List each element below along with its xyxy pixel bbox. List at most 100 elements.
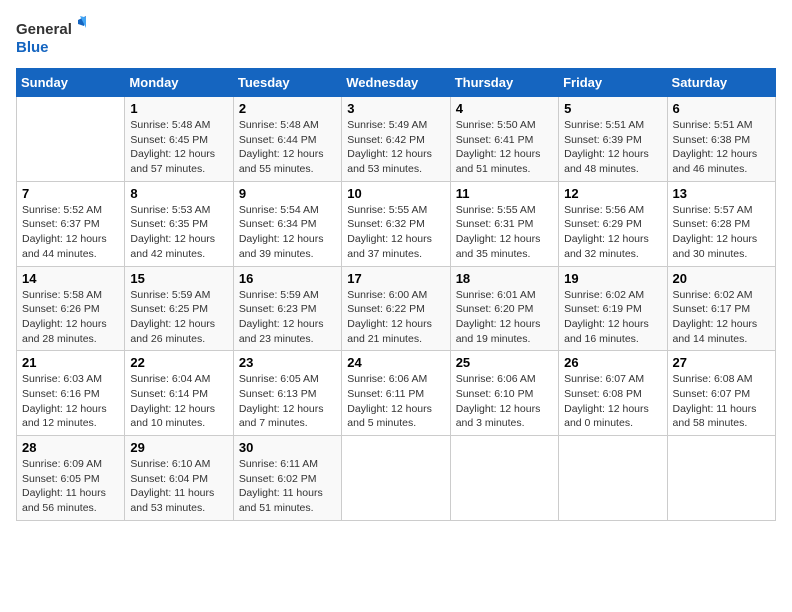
day-number: 13 xyxy=(673,186,770,201)
day-number: 7 xyxy=(22,186,119,201)
week-row-3: 14 Sunrise: 5:58 AM Sunset: 6:26 PM Dayli… xyxy=(17,266,776,351)
calendar-cell: 23 Sunrise: 6:05 AM Sunset: 6:13 PM Dayli… xyxy=(233,351,341,436)
day-number: 14 xyxy=(22,271,119,286)
calendar-table: SundayMondayTuesdayWednesdayThursdayFrid… xyxy=(16,68,776,521)
day-number: 6 xyxy=(673,101,770,116)
column-header-saturday: Saturday xyxy=(667,69,775,97)
calendar-cell: 22 Sunrise: 6:04 AM Sunset: 6:14 PM Dayli… xyxy=(125,351,233,436)
day-info: Sunrise: 5:49 AM Sunset: 6:42 PM Dayligh… xyxy=(347,118,444,177)
calendar-cell: 10 Sunrise: 5:55 AM Sunset: 6:32 PM Dayli… xyxy=(342,181,450,266)
day-info: Sunrise: 5:58 AM Sunset: 6:26 PM Dayligh… xyxy=(22,288,119,347)
day-info: Sunrise: 5:56 AM Sunset: 6:29 PM Dayligh… xyxy=(564,203,661,262)
day-number: 24 xyxy=(347,355,444,370)
day-number: 1 xyxy=(130,101,227,116)
week-row-4: 21 Sunrise: 6:03 AM Sunset: 6:16 PM Dayli… xyxy=(17,351,776,436)
calendar-cell: 29 Sunrise: 6:10 AM Sunset: 6:04 PM Dayli… xyxy=(125,436,233,521)
day-number: 9 xyxy=(239,186,336,201)
day-info: Sunrise: 5:48 AM Sunset: 6:44 PM Dayligh… xyxy=(239,118,336,177)
day-info: Sunrise: 6:11 AM Sunset: 6:02 PM Dayligh… xyxy=(239,457,336,516)
column-header-monday: Monday xyxy=(125,69,233,97)
column-header-friday: Friday xyxy=(559,69,667,97)
day-number: 5 xyxy=(564,101,661,116)
calendar-cell: 1 Sunrise: 5:48 AM Sunset: 6:45 PM Daylig… xyxy=(125,97,233,182)
day-number: 12 xyxy=(564,186,661,201)
day-info: Sunrise: 5:50 AM Sunset: 6:41 PM Dayligh… xyxy=(456,118,553,177)
day-number: 10 xyxy=(347,186,444,201)
calendar-cell: 21 Sunrise: 6:03 AM Sunset: 6:16 PM Dayli… xyxy=(17,351,125,436)
week-row-2: 7 Sunrise: 5:52 AM Sunset: 6:37 PM Daylig… xyxy=(17,181,776,266)
column-header-wednesday: Wednesday xyxy=(342,69,450,97)
logo-svg: General Blue xyxy=(16,16,86,60)
calendar-cell: 9 Sunrise: 5:54 AM Sunset: 6:34 PM Daylig… xyxy=(233,181,341,266)
day-info: Sunrise: 5:52 AM Sunset: 6:37 PM Dayligh… xyxy=(22,203,119,262)
day-number: 22 xyxy=(130,355,227,370)
page-header: General Blue xyxy=(16,16,776,60)
day-info: Sunrise: 5:53 AM Sunset: 6:35 PM Dayligh… xyxy=(130,203,227,262)
day-number: 21 xyxy=(22,355,119,370)
calendar-cell: 4 Sunrise: 5:50 AM Sunset: 6:41 PM Daylig… xyxy=(450,97,558,182)
day-number: 19 xyxy=(564,271,661,286)
day-number: 26 xyxy=(564,355,661,370)
day-info: Sunrise: 5:59 AM Sunset: 6:23 PM Dayligh… xyxy=(239,288,336,347)
day-info: Sunrise: 6:06 AM Sunset: 6:11 PM Dayligh… xyxy=(347,372,444,431)
calendar-cell: 13Sunrise: 5:57 AM Sunset: 6:28 PM Dayli… xyxy=(667,181,775,266)
calendar-cell: 2 Sunrise: 5:48 AM Sunset: 6:44 PM Daylig… xyxy=(233,97,341,182)
day-info: Sunrise: 5:48 AM Sunset: 6:45 PM Dayligh… xyxy=(130,118,227,177)
day-number: 29 xyxy=(130,440,227,455)
day-info: Sunrise: 6:03 AM Sunset: 6:16 PM Dayligh… xyxy=(22,372,119,431)
calendar-cell: 20Sunrise: 6:02 AM Sunset: 6:17 PM Dayli… xyxy=(667,266,775,351)
day-info: Sunrise: 6:09 AM Sunset: 6:05 PM Dayligh… xyxy=(22,457,119,516)
day-number: 27 xyxy=(673,355,770,370)
week-row-5: 28 Sunrise: 6:09 AM Sunset: 6:05 PM Dayli… xyxy=(17,436,776,521)
column-header-sunday: Sunday xyxy=(17,69,125,97)
calendar-cell: 15Sunrise: 5:59 AM Sunset: 6:25 PM Dayli… xyxy=(125,266,233,351)
calendar-cell: 28 Sunrise: 6:09 AM Sunset: 6:05 PM Dayli… xyxy=(17,436,125,521)
calendar-cell xyxy=(559,436,667,521)
calendar-cell: 17 Sunrise: 6:00 AM Sunset: 6:22 PM Dayli… xyxy=(342,266,450,351)
calendar-cell: 30Sunrise: 6:11 AM Sunset: 6:02 PM Dayli… xyxy=(233,436,341,521)
day-info: Sunrise: 6:07 AM Sunset: 6:08 PM Dayligh… xyxy=(564,372,661,431)
calendar-cell: 8Sunrise: 5:53 AM Sunset: 6:35 PM Daylig… xyxy=(125,181,233,266)
day-number: 18 xyxy=(456,271,553,286)
day-info: Sunrise: 5:55 AM Sunset: 6:32 PM Dayligh… xyxy=(347,203,444,262)
day-info: Sunrise: 6:01 AM Sunset: 6:20 PM Dayligh… xyxy=(456,288,553,347)
calendar-cell: 6 Sunrise: 5:51 AM Sunset: 6:38 PM Daylig… xyxy=(667,97,775,182)
day-number: 11 xyxy=(456,186,553,201)
svg-text:Blue: Blue xyxy=(16,39,49,56)
calendar-cell: 5 Sunrise: 5:51 AM Sunset: 6:39 PM Daylig… xyxy=(559,97,667,182)
day-number: 17 xyxy=(347,271,444,286)
day-number: 16 xyxy=(239,271,336,286)
day-number: 4 xyxy=(456,101,553,116)
column-header-thursday: Thursday xyxy=(450,69,558,97)
day-info: Sunrise: 5:54 AM Sunset: 6:34 PM Dayligh… xyxy=(239,203,336,262)
day-number: 3 xyxy=(347,101,444,116)
calendar-cell xyxy=(17,97,125,182)
calendar-cell xyxy=(667,436,775,521)
day-number: 20 xyxy=(673,271,770,286)
day-info: Sunrise: 6:00 AM Sunset: 6:22 PM Dayligh… xyxy=(347,288,444,347)
day-info: Sunrise: 6:10 AM Sunset: 6:04 PM Dayligh… xyxy=(130,457,227,516)
calendar-cell: 12 Sunrise: 5:56 AM Sunset: 6:29 PM Dayli… xyxy=(559,181,667,266)
calendar-cell: 19Sunrise: 6:02 AM Sunset: 6:19 PM Dayli… xyxy=(559,266,667,351)
week-row-1: 1 Sunrise: 5:48 AM Sunset: 6:45 PM Daylig… xyxy=(17,97,776,182)
calendar-cell: 25 Sunrise: 6:06 AM Sunset: 6:10 PM Dayli… xyxy=(450,351,558,436)
day-info: Sunrise: 5:59 AM Sunset: 6:25 PM Dayligh… xyxy=(130,288,227,347)
calendar-cell: 11 Sunrise: 5:55 AM Sunset: 6:31 PM Dayli… xyxy=(450,181,558,266)
column-header-tuesday: Tuesday xyxy=(233,69,341,97)
svg-text:General: General xyxy=(16,21,72,38)
day-info: Sunrise: 6:04 AM Sunset: 6:14 PM Dayligh… xyxy=(130,372,227,431)
day-info: Sunrise: 5:51 AM Sunset: 6:39 PM Dayligh… xyxy=(564,118,661,177)
day-info: Sunrise: 6:06 AM Sunset: 6:10 PM Dayligh… xyxy=(456,372,553,431)
day-number: 28 xyxy=(22,440,119,455)
day-number: 23 xyxy=(239,355,336,370)
day-number: 2 xyxy=(239,101,336,116)
day-info: Sunrise: 5:55 AM Sunset: 6:31 PM Dayligh… xyxy=(456,203,553,262)
header-row: SundayMondayTuesdayWednesdayThursdayFrid… xyxy=(17,69,776,97)
day-number: 25 xyxy=(456,355,553,370)
day-info: Sunrise: 6:05 AM Sunset: 6:13 PM Dayligh… xyxy=(239,372,336,431)
calendar-cell: 27 Sunrise: 6:08 AM Sunset: 6:07 PM Dayli… xyxy=(667,351,775,436)
calendar-cell: 16 Sunrise: 5:59 AM Sunset: 6:23 PM Dayli… xyxy=(233,266,341,351)
calendar-cell: 26 Sunrise: 6:07 AM Sunset: 6:08 PM Dayli… xyxy=(559,351,667,436)
day-info: Sunrise: 5:51 AM Sunset: 6:38 PM Dayligh… xyxy=(673,118,770,177)
day-info: Sunrise: 6:08 AM Sunset: 6:07 PM Dayligh… xyxy=(673,372,770,431)
